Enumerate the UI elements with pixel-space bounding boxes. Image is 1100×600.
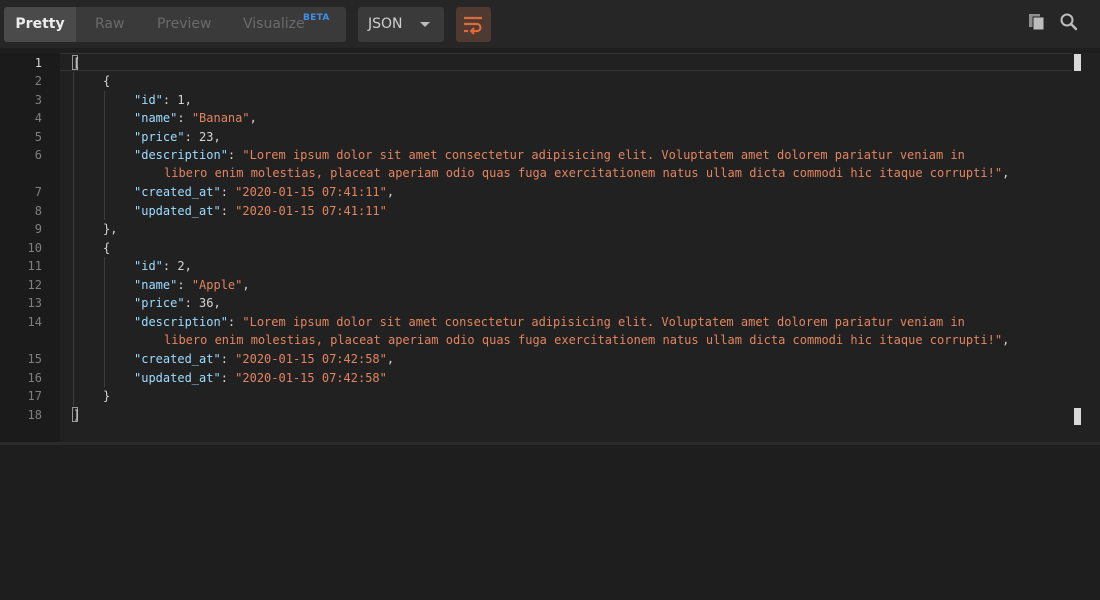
tab-pretty[interactable]: Pretty [4, 7, 76, 42]
json-key: "updated_at" [134, 204, 221, 218]
code-line: "created_at": "2020-01-15 07:41:11", [134, 185, 395, 199]
indent-guide [104, 91, 105, 220]
json-key: "id" [134, 259, 163, 273]
code-line-wrapped: libero enim molestias, placeat aperiam o… [164, 333, 1010, 347]
json-brace: { [103, 241, 111, 255]
code-line: "created_at": "2020-01-15 07:42:58", [134, 352, 395, 366]
chevron-down-icon [420, 22, 430, 27]
indent-guide [73, 72, 74, 406]
indent-guide [104, 257, 105, 387]
json-key: "updated_at" [134, 371, 221, 385]
text-wrap-icon [464, 16, 482, 35]
active-line-highlight [60, 53, 1072, 71]
line-number: 12 [27, 278, 42, 292]
json-key: "created_at" [134, 185, 221, 199]
line-number: 8 [34, 204, 42, 218]
json-key: "price" [134, 296, 185, 310]
line-number: 16 [27, 371, 42, 385]
line-number: 14 [27, 315, 42, 329]
line-number-gutter: 1 2 3 4 5 6 7 8 9 10 11 12 13 14 15 16 1… [0, 53, 60, 445]
json-string: "Banana" [191, 111, 250, 125]
code-line: "updated_at": "2020-01-15 07:42:58" [134, 371, 387, 385]
response-body-editor[interactable]: 1 2 3 4 5 6 7 8 9 10 11 12 13 14 15 16 1… [0, 53, 1100, 445]
line-number: 6 [34, 148, 42, 162]
json-string: "2020-01-15 07:42:58" [235, 352, 387, 366]
json-string: "2020-01-15 07:42:58" [235, 371, 387, 385]
json-number: 23 [199, 130, 214, 144]
line-number: 10 [27, 241, 42, 255]
code-line: { [103, 72, 110, 90]
code-line: [ [73, 54, 80, 72]
code-line-wrapped: libero enim molestias, placeat aperiam o… [164, 166, 1010, 180]
format-select-value: JSON [368, 16, 403, 32]
wrap-lines-button[interactable] [456, 7, 491, 42]
json-key: "name" [134, 278, 178, 292]
line-number: 5 [34, 130, 42, 144]
code-line: } [103, 387, 110, 405]
json-key: "id" [134, 93, 163, 107]
line-number: 9 [34, 222, 42, 236]
line-number: 1 [34, 56, 42, 70]
format-select[interactable]: JSON [358, 7, 444, 42]
code-line: }, [103, 220, 117, 238]
json-key: "created_at" [134, 352, 221, 366]
code-line: "price": 23, [134, 130, 221, 144]
editor-bottom-border [0, 442, 1100, 445]
json-number: 2 [177, 259, 185, 273]
scrollbar-thumb-top[interactable] [1074, 54, 1081, 71]
json-brace: } [103, 389, 111, 403]
json-string: "2020-01-15 07:41:11" [235, 204, 387, 218]
search-icon[interactable] [1059, 12, 1079, 32]
response-toolbar: Pretty Raw Preview Visualize BETA JSON [0, 0, 1100, 48]
line-number: 18 [27, 408, 42, 422]
line-number: 17 [27, 389, 42, 403]
code-line: "updated_at": "2020-01-15 07:41:11" [134, 204, 387, 218]
code-line: ] [73, 406, 80, 424]
code-line: "description": "Lorem ipsum dolor sit am… [134, 148, 965, 162]
code-line: "price": 36, [134, 296, 221, 310]
scrollbar-thumb-bottom[interactable] [1074, 408, 1081, 425]
line-number: 3 [34, 93, 42, 107]
code-line: { [103, 239, 110, 257]
line-number: 4 [34, 111, 42, 125]
json-bracket: ] [73, 408, 81, 422]
code-line: "id": 1, [134, 93, 192, 107]
json-string: "Apple" [191, 278, 243, 292]
tab-visualize-label: Visualize [243, 16, 305, 32]
code-line: "description": "Lorem ipsum dolor sit am… [134, 315, 965, 329]
tab-raw[interactable]: Raw [95, 7, 124, 42]
beta-badge: BETA [303, 13, 330, 23]
json-key: "name" [134, 111, 178, 125]
json-key: "description" [134, 315, 228, 329]
view-mode-tabs: Pretty Raw Preview Visualize BETA [4, 7, 346, 42]
line-number: 13 [27, 296, 42, 310]
json-number: 36 [199, 296, 214, 310]
json-string: "2020-01-15 07:41:11" [235, 185, 387, 199]
code-line: "id": 2, [134, 259, 192, 273]
json-bracket: [ [73, 56, 81, 70]
line-number: 15 [27, 352, 42, 366]
json-number: 1 [177, 93, 185, 107]
tab-visualize[interactable]: Visualize BETA [243, 7, 329, 42]
json-string: libero enim molestias, placeat aperiam o… [164, 166, 1003, 180]
json-string: "Lorem ipsum dolor sit amet consectetur … [242, 148, 965, 162]
code-line: "name": "Apple", [134, 278, 250, 292]
json-key: "price" [134, 130, 185, 144]
json-string: "Lorem ipsum dolor sit amet consectetur … [242, 315, 965, 329]
line-number: 2 [34, 74, 42, 88]
json-string: libero enim molestias, placeat aperiam o… [164, 333, 1003, 347]
json-key: "description" [134, 148, 228, 162]
json-brace: }, [103, 222, 118, 236]
line-number: 7 [34, 185, 42, 199]
copy-icon[interactable] [1028, 13, 1046, 31]
tab-preview[interactable]: Preview [157, 7, 212, 42]
code-line: "name": "Banana", [134, 111, 257, 125]
line-number: 11 [27, 259, 42, 273]
json-brace: { [103, 74, 111, 88]
